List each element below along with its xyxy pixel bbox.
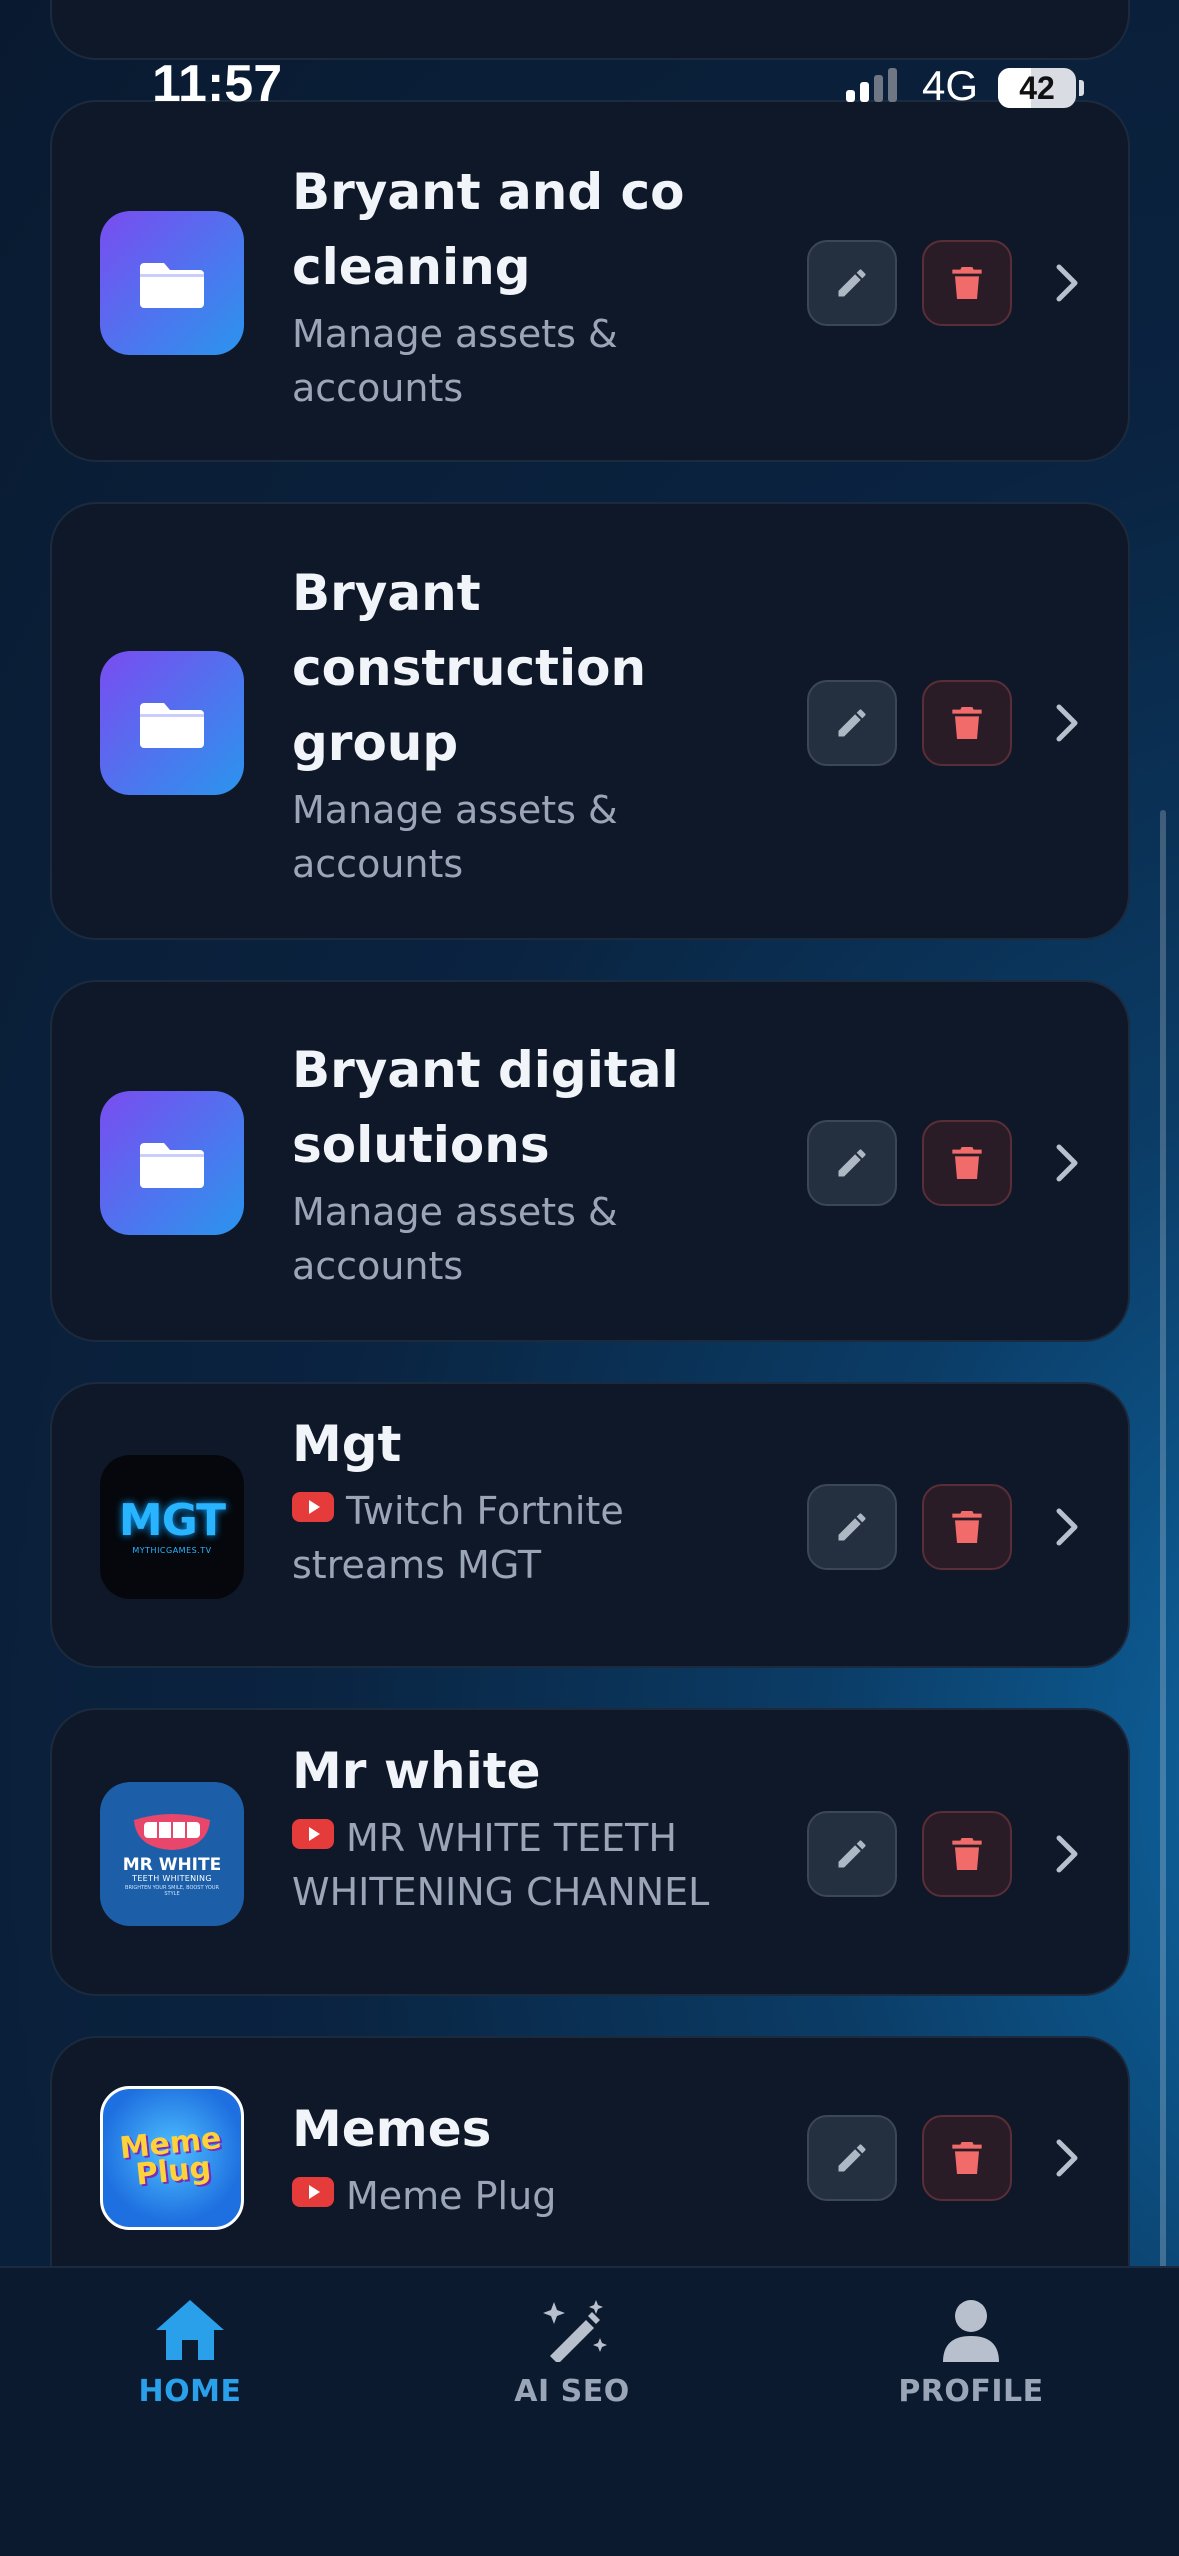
item-subtitle: Manage assets & accounts [292,312,618,410]
item-title: Bryant construction group [292,564,647,772]
mr-white-logo: MR WHITE TEETH WHITENING BRIGHTEN YOUR S… [100,1782,244,1926]
edit-button[interactable] [807,240,897,326]
list-item[interactable]: MR WHITE TEETH WHITENING BRIGHTEN YOUR S… [50,1708,1130,1996]
pencil-icon [838,1840,866,1868]
battery-icon: 42 [998,68,1076,108]
list-item[interactable]: Bryant digital solutions Manage assets &… [50,980,1130,1342]
chevron-right-icon[interactable] [1047,1497,1087,1557]
chevron-right-icon[interactable] [1047,1824,1087,1884]
folder-icon [100,1091,244,1235]
meme-plug-logo: Meme Plug [100,2086,244,2230]
edit-button[interactable] [807,1120,897,1206]
folder-icon [100,651,244,795]
trash-icon [952,1511,982,1543]
status-bar: 11:57 4G 42 [0,50,1179,120]
clock: 11:57 [152,55,283,113]
chevron-right-icon[interactable] [1047,1133,1087,1193]
item-title: Mr white [292,1742,541,1800]
pencil-icon [838,269,866,297]
item-subtitle: Manage assets & accounts [292,1190,618,1288]
item-subtitle: MR WHITE TEETH WHITENING CHANNEL [292,1816,710,1914]
item-title: Bryant digital solutions [292,1041,679,1174]
item-title: Bryant and co cleaning [292,163,685,296]
delete-button[interactable] [922,2115,1012,2201]
home-icon [156,2300,224,2360]
signal-icon [846,68,897,102]
item-subtitle: Meme Plug [292,2169,732,2223]
pencil-icon [838,2144,866,2172]
chevron-right-icon[interactable] [1047,253,1087,313]
chevron-right-icon[interactable] [1047,2128,1087,2188]
item-title: Memes [292,2100,492,2158]
project-list[interactable]: Bryant and co cleaning Manage assets & a… [0,0,1179,2268]
delete-button[interactable] [922,1811,1012,1897]
delete-button[interactable] [922,1120,1012,1206]
list-item[interactable]: Bryant construction group Manage assets … [50,502,1130,940]
folder-icon [100,211,244,355]
list-item[interactable]: Bryant and co cleaning Manage assets & a… [50,100,1130,462]
youtube-icon [292,1492,334,1522]
youtube-icon [292,1819,334,1849]
trash-icon [952,267,982,299]
item-title: Mgt [292,1415,402,1473]
edit-button[interactable] [807,1811,897,1897]
user-icon [943,2300,999,2362]
scrollbar[interactable] [1160,810,1166,2268]
pencil-icon [838,709,866,737]
trash-icon [952,1838,982,1870]
magic-wand-icon [543,2300,607,2362]
delete-button[interactable] [922,680,1012,766]
delete-button[interactable] [922,1484,1012,1570]
youtube-icon [292,2177,334,2207]
chevron-right-icon[interactable] [1047,693,1087,753]
list-item[interactable]: MGT MYTHICGAMES.TV Mgt Twitch Fortnite s… [50,1382,1130,1668]
trash-icon [952,1147,982,1179]
pencil-icon [838,1149,866,1177]
tab-ai-seo[interactable]: AI SEO [492,2298,652,2409]
pencil-icon [838,1513,866,1541]
delete-button[interactable] [922,240,1012,326]
mgt-logo: MGT MYTHICGAMES.TV [100,1455,244,1599]
edit-button[interactable] [807,2115,897,2201]
edit-button[interactable] [807,1484,897,1570]
edit-button[interactable] [807,680,897,766]
tab-bar: HOME AI SEO PROFILE [0,2266,1179,2556]
item-subtitle: Twitch Fortnite streams MGT [292,1489,624,1587]
item-subtitle: Manage assets & accounts [292,788,618,886]
network-type: 4G [922,62,979,109]
tab-home[interactable]: HOME [110,2298,270,2409]
tab-profile[interactable]: PROFILE [891,2298,1051,2409]
trash-icon [952,707,982,739]
list-item[interactable]: Meme Plug Memes Meme Plug [50,2036,1130,2268]
battery-level: 42 [1019,69,1055,106]
trash-icon [952,2142,982,2174]
